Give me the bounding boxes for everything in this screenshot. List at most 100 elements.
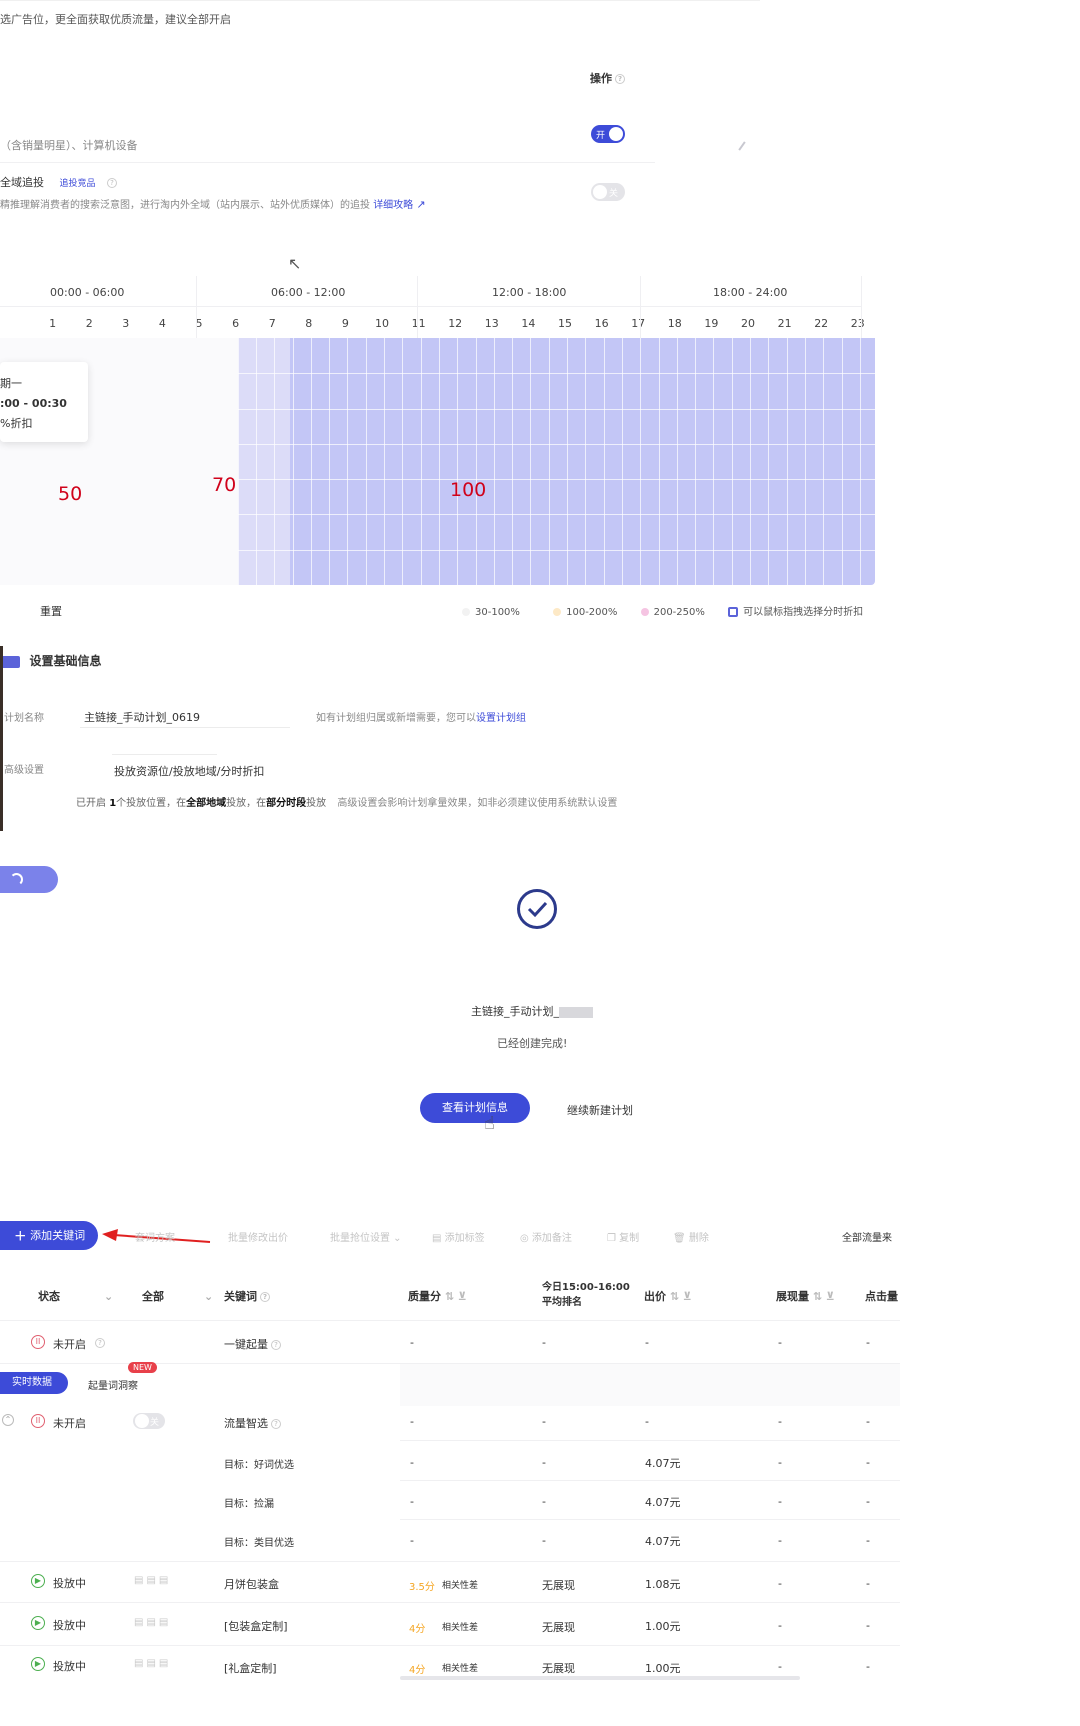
- grid-line: [695, 338, 697, 585]
- status-filter[interactable]: 状态 ⌄: [38, 1288, 113, 1304]
- bid-header[interactable]: 出价 ⇅ ⊻: [644, 1288, 692, 1304]
- plan-group-link[interactable]: 设置计划组: [476, 713, 526, 724]
- horizontal-scrollbar[interactable]: [400, 1676, 800, 1680]
- hint-text: 如有计划组归属或新增需要，您可以: [316, 713, 476, 724]
- impressions-cell: -: [778, 1495, 782, 1508]
- help-icon[interactable]: ?: [615, 74, 625, 84]
- filter-icon[interactable]: ⊻: [822, 1290, 835, 1303]
- desc-text: 投放: [306, 798, 327, 809]
- grid-hour-label: 1: [49, 317, 57, 330]
- bid-cell[interactable]: 4.07元: [645, 1494, 681, 1510]
- sort-icon[interactable]: ⇅: [441, 1290, 454, 1303]
- plan-name-input[interactable]: 主链接_手动计划_0619: [84, 709, 200, 725]
- continue-create-button[interactable]: 继续新建计划: [567, 1102, 633, 1118]
- traffic-source-filter[interactable]: 全部流量来: [842, 1229, 892, 1244]
- button-label: 复制: [619, 1233, 640, 1244]
- external-link-icon[interactable]: ↗: [416, 198, 425, 211]
- status-text: 未开启: [53, 1417, 86, 1430]
- row-action-icons[interactable]: ▤▤▤: [134, 1575, 171, 1586]
- grid-hour-label: 5: [195, 317, 203, 330]
- all-filter[interactable]: 全部 ⌄: [142, 1288, 213, 1304]
- help-icon[interactable]: ?: [271, 1340, 281, 1350]
- grid-hour-label: 16: [594, 317, 609, 330]
- match-plan-button[interactable]: 套词方案: [135, 1229, 175, 1244]
- divider: [0, 1320, 900, 1321]
- quality-cell: -: [410, 1415, 414, 1428]
- row-action-icons[interactable]: ▤▤▤: [134, 1617, 171, 1628]
- batch-bid-button[interactable]: 批量修改出价: [228, 1229, 288, 1244]
- help-icon[interactable]: ?: [107, 178, 118, 188]
- status-text: 投放中: [53, 1660, 86, 1673]
- filter-icon[interactable]: ⊻: [454, 1290, 467, 1303]
- discount-zone-70[interactable]: [237, 338, 290, 585]
- bid-cell[interactable]: 4.07元: [645, 1533, 681, 1549]
- grid-line: [417, 276, 418, 338]
- grid-line: [237, 338, 239, 585]
- clicks-cell: -: [866, 1495, 870, 1508]
- rank-cell: -: [542, 1456, 546, 1469]
- sort-icon[interactable]: ⇅: [666, 1290, 679, 1303]
- global-toggle[interactable]: 关: [591, 183, 625, 201]
- grid-hour-label: 6: [232, 317, 240, 330]
- filter-icon[interactable]: ⊻: [679, 1290, 692, 1303]
- grid-line: [621, 338, 623, 585]
- impressions-header[interactable]: 展现量 ⇅ ⊻: [776, 1288, 835, 1304]
- tab-realtime-data[interactable]: 实时数据: [0, 1372, 68, 1394]
- button-label: 添加标签: [444, 1233, 485, 1244]
- bid-cell[interactable]: 1.00元: [645, 1660, 681, 1676]
- operation-label: 操作: [590, 72, 612, 85]
- divider: [400, 1480, 900, 1481]
- copy-button[interactable]: ❐ 复制: [607, 1229, 639, 1244]
- bid-cell[interactable]: 4.07元: [645, 1455, 681, 1471]
- add-keyword-button[interactable]: + 添加关键词: [0, 1221, 98, 1250]
- collapse-icon[interactable]: ⌃: [2, 1414, 14, 1426]
- loading-button[interactable]: [0, 866, 58, 893]
- sort-icon[interactable]: ⇅: [809, 1290, 822, 1303]
- clicks-cell: -: [866, 1336, 870, 1349]
- drag-select-icon: [728, 607, 739, 617]
- paused-icon: II: [31, 1414, 45, 1428]
- grid-hour-label: 7: [268, 317, 276, 330]
- advanced-settings-link[interactable]: 投放资源位/投放地域/分时折扣: [114, 763, 264, 779]
- tab-keyword-insight[interactable]: 起量词洞察: [88, 1377, 138, 1392]
- success-check-icon: [517, 889, 557, 929]
- quality-header[interactable]: 质量分 ⇅ ⊻: [408, 1288, 467, 1304]
- reset-button[interactable]: 重置: [40, 603, 62, 619]
- view-plan-button[interactable]: 查看计划信息: [420, 1093, 530, 1123]
- time-discount-grid[interactable]: 00:00 - 06:00 06:00 - 12:00 12:00 - 18:00 1…: [0, 276, 876, 585]
- bid-cell[interactable]: 1.00元: [645, 1618, 681, 1634]
- row-action-icons[interactable]: ▤▤▤: [134, 1658, 171, 1669]
- grid-legend: 30-100% 100-200% 200-250% 可以鼠标指拽选择分时折扣: [462, 603, 863, 618]
- grid-line: [475, 338, 477, 585]
- delete-button[interactable]: 🗑 删除: [673, 1229, 709, 1244]
- smart-toggle[interactable]: 关: [133, 1413, 165, 1429]
- help-icon[interactable]: ?: [95, 1338, 105, 1348]
- toggle-label: 关: [150, 1418, 160, 1428]
- left-edge-bar: [0, 646, 3, 831]
- status-text: 投放中: [53, 1577, 86, 1590]
- grid-line: [530, 338, 532, 585]
- add-tag-button[interactable]: ▤ 添加标签: [432, 1229, 485, 1244]
- spinner-icon: [10, 873, 23, 886]
- divider: [0, 1561, 900, 1562]
- grid-period-header: 18:00 - 24:00: [713, 286, 788, 299]
- grid-line: [420, 338, 422, 585]
- legend-label: 30-100%: [475, 607, 520, 618]
- status-text: 未开启: [53, 1338, 86, 1351]
- global-tag-link[interactable]: 追投竞品: [60, 179, 96, 189]
- help-icon[interactable]: ?: [271, 1419, 281, 1429]
- help-icon[interactable]: ?: [260, 1292, 270, 1302]
- batch-rank-button[interactable]: 批量抢位设置 ⌄: [330, 1229, 402, 1244]
- add-note-button[interactable]: ◎ 添加备注: [520, 1229, 572, 1244]
- bid-cell[interactable]: 1.08元: [645, 1576, 681, 1592]
- grid-line: [804, 338, 806, 585]
- device-toggle[interactable]: 开: [591, 125, 625, 143]
- grid-line: [384, 338, 385, 585]
- plan-name-label: 计划名称: [4, 713, 44, 724]
- tooltip-discount: %折扣: [0, 417, 33, 430]
- guide-link[interactable]: 详细攻略: [373, 200, 413, 211]
- keyword-cell: [礼盒定制]: [224, 1662, 277, 1675]
- running-icon: ▶: [31, 1616, 45, 1630]
- grid-line: [365, 338, 367, 585]
- rank-cell: 无展现: [542, 1621, 575, 1634]
